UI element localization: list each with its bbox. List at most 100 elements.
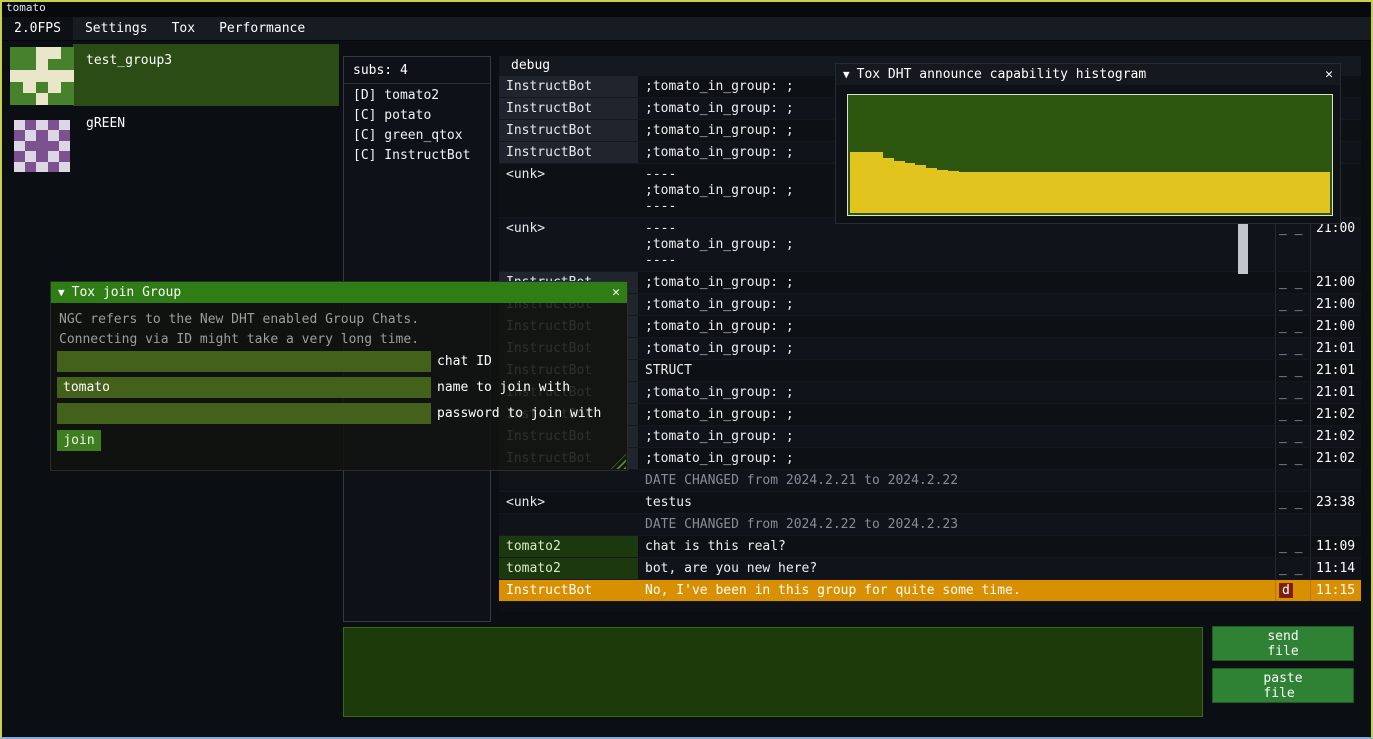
member-item[interactable]: [C] potato	[344, 104, 490, 124]
histogram-bar	[1254, 172, 1265, 213]
chat-row[interactable]: InstructBot;tomato_in_group: ;_ _21:00	[499, 272, 1361, 294]
avatar-pixel	[10, 93, 23, 105]
menu-item-settings[interactable]: Settings	[73, 17, 160, 40]
histogram-title: Tox DHT announce capability histogram	[857, 67, 1147, 82]
avatar-pixel	[23, 59, 36, 71]
timestamp: 21:00	[1310, 218, 1361, 271]
send-file-button[interactable]: send file	[1212, 626, 1354, 661]
chat-scrollbar-thumb[interactable]	[1238, 222, 1248, 274]
chat-row[interactable]: InstructBotNo, I've been in this group f…	[499, 580, 1361, 602]
close-icon[interactable]: ✕	[1325, 67, 1333, 82]
sender-name	[499, 514, 638, 535]
avatar-pixel	[48, 141, 59, 151]
avatar-pixel	[36, 141, 47, 151]
histogram-bar	[1221, 172, 1232, 213]
dialog-info-line: Connecting via ID might take a very long…	[59, 332, 419, 347]
receipt-marks: _ _	[1275, 218, 1310, 271]
histogram-bar	[948, 171, 959, 213]
menu-item-tox[interactable]: Tox	[160, 17, 207, 40]
group-item-test_group3[interactable]: test_group3	[2, 44, 339, 106]
menu-item-performance[interactable]: Performance	[207, 17, 317, 40]
chat-row[interactable]: InstructBot;tomato_in_group: ;_ _21:02	[499, 448, 1361, 470]
message-text: ;tomato_in_group: ;	[638, 294, 1275, 315]
chat-row[interactable]: InstructBot;tomato_in_group: ;_ _21:02	[499, 426, 1361, 448]
chat-row[interactable]: tomato2bot, are you new here?_ _11:14	[499, 558, 1361, 580]
timestamp: 23:38	[1310, 492, 1361, 513]
timestamp: 21:01	[1310, 338, 1361, 359]
timestamp: 21:00	[1310, 272, 1361, 293]
avatar-pixel	[48, 120, 59, 130]
resize-grip[interactable]	[611, 454, 626, 469]
receipt-marks: _ _	[1275, 448, 1310, 469]
avatar-pixel	[48, 162, 59, 172]
fps-counter: 2.0FPS	[2, 17, 73, 40]
avatar-pixel	[14, 162, 25, 172]
avatar-pixel	[10, 70, 23, 82]
histogram-titlebar: ▼ Tox DHT announce capability histogram …	[836, 64, 1340, 85]
field-label: chat ID	[437, 351, 492, 372]
chat-row[interactable]: InstructBot;tomato_in_group: ;_ _21:01	[499, 382, 1361, 404]
collapse-arrow-icon[interactable]: ▼	[58, 286, 65, 299]
histogram-bar	[1046, 172, 1057, 213]
group-avatar	[14, 120, 70, 172]
collapse-arrow-icon[interactable]: ▼	[843, 68, 850, 81]
member-item[interactable]: [C] green_qtox	[344, 124, 490, 144]
chat-row[interactable]: DATE CHANGED from 2024.2.22 to 2024.2.23	[499, 514, 1361, 536]
histogram-bar	[894, 161, 905, 213]
message-text: ;tomato_in_group: ;	[638, 404, 1275, 425]
sender-name: <unk>	[499, 218, 638, 271]
chat-row[interactable]: InstructBot;tomato_in_group: ;_ _21:01	[499, 338, 1361, 360]
avatar-pixel	[14, 120, 25, 130]
subs-count-header: subs: 4	[344, 57, 490, 84]
join-button[interactable]: join	[57, 430, 101, 451]
avatar-pixel	[23, 93, 36, 105]
group-item-gREEN[interactable]: gREEN	[2, 115, 339, 171]
histogram-bar	[1319, 172, 1330, 213]
histogram-bars	[850, 97, 1330, 213]
chat-row[interactable]: InstructBot;tomato_in_group: ;_ _21:00	[499, 294, 1361, 316]
receipt-marks: _ _	[1275, 382, 1310, 403]
avatar-pixel	[25, 151, 36, 161]
chat-row[interactable]: <unk>testus_ _23:38	[499, 492, 1361, 514]
histogram-bar	[1297, 172, 1308, 213]
receipt-marks: d	[1275, 580, 1310, 601]
histogram-bar	[1079, 172, 1090, 213]
histogram-bar	[1134, 172, 1145, 213]
avatar-pixel	[36, 47, 49, 59]
histogram-bar	[1210, 172, 1221, 213]
message-text: DATE CHANGED from 2024.2.22 to 2024.2.23	[638, 514, 1275, 535]
message-text: chat is this real?	[638, 536, 1275, 557]
join-field-name-to-join-with[interactable]	[57, 377, 431, 398]
join-field-row: name to join with	[57, 377, 570, 398]
paste-file-label: paste file	[1263, 671, 1302, 701]
avatar-pixel	[14, 130, 25, 140]
avatar-pixel	[25, 162, 36, 172]
histogram-bar	[905, 163, 916, 213]
avatar-pixel	[59, 162, 70, 172]
histogram-bar	[1308, 172, 1319, 213]
join-group-dialog: ▼ Tox join Group ✕ NGC refers to the New…	[50, 281, 628, 471]
receipt-marks: _ _	[1275, 426, 1310, 447]
member-item[interactable]: [C] InstructBot	[344, 144, 490, 164]
chat-row[interactable]: <unk>---- ;tomato_in_group: ; ----_ _21:…	[499, 218, 1361, 272]
avatar-pixel	[36, 93, 49, 105]
paste-file-button[interactable]: paste file	[1212, 668, 1354, 703]
sender-name: <unk>	[499, 492, 638, 513]
timestamp: 21:02	[1310, 404, 1361, 425]
histogram-bar	[1123, 172, 1134, 213]
histogram-bar	[926, 168, 937, 213]
chat-row[interactable]: InstructBot;tomato_in_group: ;_ _21:00	[499, 316, 1361, 338]
join-field-password-to-join-with[interactable]	[57, 403, 431, 424]
chat-row[interactable]: DATE CHANGED from 2024.2.21 to 2024.2.22	[499, 470, 1361, 492]
close-icon[interactable]: ✕	[612, 285, 620, 300]
chat-row[interactable]: InstructBotSTRUCT_ _21:01	[499, 360, 1361, 382]
menu-bar: 2.0FPS SettingsToxPerformance	[2, 17, 1371, 41]
message-input[interactable]	[343, 627, 1203, 717]
group-list: test_group3 gREEN	[2, 44, 339, 180]
chat-row[interactable]: InstructBot;tomato_in_group: ;_ _21:02	[499, 404, 1361, 426]
chat-row[interactable]: tomato2chat is this real?_ _11:09	[499, 536, 1361, 558]
message-text: ;tomato_in_group: ;	[638, 448, 1275, 469]
join-field-chat-ID[interactable]	[57, 351, 431, 372]
member-item[interactable]: [D] tomato2	[344, 84, 490, 104]
avatar-pixel	[23, 47, 36, 59]
